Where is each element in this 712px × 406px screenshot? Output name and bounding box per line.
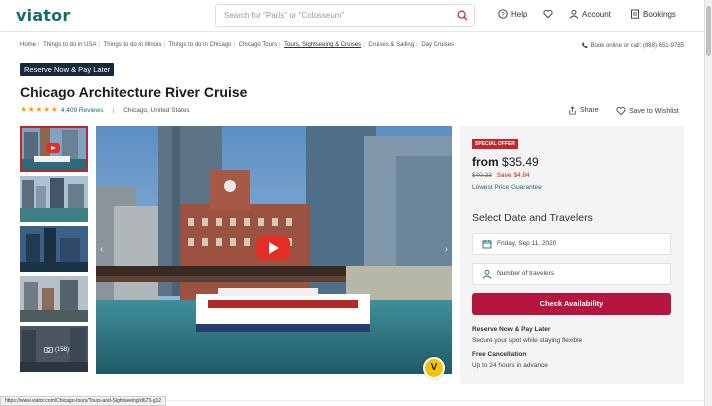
lowest-price-guarantee-link[interactable]: Lowest Price Guarantee	[472, 184, 542, 191]
account-label: Account	[582, 9, 611, 19]
from-label: from	[472, 155, 499, 169]
select-date-title: Select Date and Travelers	[472, 212, 593, 224]
travelers-field[interactable]: Number of travelers	[472, 263, 671, 285]
star-icon: ★	[27, 105, 35, 114]
travelers-placeholder: Number of travelers	[497, 270, 555, 277]
help-link[interactable]: ? Help	[498, 9, 527, 19]
bookings-icon	[631, 9, 639, 19]
reserve-now-text: Secure your spot while staying flexible	[472, 337, 583, 344]
page-title: Chicago Architecture River Cruise	[20, 84, 248, 100]
breadcrumb-item[interactable]: Home	[20, 42, 36, 48]
star-icon: ★	[35, 105, 43, 114]
location-text: Chicago, United States	[123, 106, 190, 114]
scrollbar-thumb[interactable]	[706, 6, 711, 56]
phone-icon	[581, 42, 588, 48]
check-availability-button[interactable]: Check Availability	[472, 293, 671, 315]
breadcrumb-item[interactable]: Things to do in Chicago	[168, 42, 231, 48]
date-value: Friday, Sep 11, 2020	[497, 240, 557, 247]
calendar-icon	[482, 240, 492, 249]
site-header: viator ? Help Account Bookings	[0, 0, 712, 32]
thumbnail-strip: (158)	[20, 126, 88, 376]
photo-count: (158)	[44, 346, 69, 353]
price-value: $35.49	[502, 155, 539, 169]
account-link[interactable]: Account	[569, 9, 611, 19]
thumbnail-photo[interactable]	[20, 276, 88, 322]
star-icon: ★	[20, 105, 28, 114]
breadcrumb-item[interactable]: Day Cruises	[421, 42, 454, 48]
share-label: Share	[580, 107, 599, 114]
star-rating: ★ ★ ★ ★ ★	[20, 106, 58, 114]
heart-icon	[616, 107, 626, 116]
page-scrollbar[interactable]	[704, 0, 712, 406]
breadcrumb-item[interactable]: Things to do in Illinois	[104, 42, 162, 48]
camera-icon	[44, 346, 53, 353]
phone-contact[interactable]: Book online or call: (888) 651-9785	[581, 42, 684, 49]
bookings-label: Bookings	[643, 9, 676, 19]
thumbnail-video[interactable]	[20, 126, 88, 172]
help-icon: ?	[498, 9, 508, 19]
booking-panel: SPECIAL OFFER from $35.49 $40.33 Save $4…	[460, 126, 684, 384]
reviews-link[interactable]: 4,409 Reviews	[61, 107, 104, 114]
save-amount: Save $4.84	[496, 172, 530, 179]
breadcrumb: Home | Things to do in USA | Things to do …	[20, 42, 455, 48]
thumbnail-more-photos[interactable]: (158)	[20, 326, 88, 372]
prev-arrow-icon[interactable]: ‹	[100, 244, 103, 255]
thumbnail-photo[interactable]	[20, 226, 88, 272]
separator: |	[112, 106, 115, 114]
wishlist-label: Save to Wishlist	[629, 107, 679, 115]
breadcrumb-item-current[interactable]: Tours, Sightseeing & Cruises	[284, 42, 361, 48]
reserve-badge: Reserve Now & Pay Later	[20, 63, 115, 76]
special-offer-badge: SPECIAL OFFER	[472, 139, 518, 149]
price-line: from $35.49	[472, 155, 539, 169]
free-cancellation-heading: Free Cancellation	[472, 351, 527, 358]
free-cancellation-text: Up to 24 hours in advance	[472, 362, 548, 369]
traveler-icon	[482, 269, 492, 279]
breadcrumb-item[interactable]: Chicago Tours	[239, 42, 277, 48]
viator-badge-icon: V	[423, 357, 445, 379]
search-input[interactable]	[216, 5, 441, 26]
date-picker-field[interactable]: Friday, Sep 11, 2020	[472, 233, 671, 255]
star-icon: ★	[43, 105, 51, 114]
play-video-button[interactable]	[256, 236, 290, 260]
share-button[interactable]: Share	[568, 106, 599, 115]
user-icon	[569, 9, 579, 19]
viator-logo[interactable]: viator	[16, 6, 70, 25]
breadcrumb-item[interactable]: Cruises & Sailing	[368, 42, 414, 48]
old-price: $40.33	[472, 172, 492, 179]
old-price-line: $40.33 Save $4.84	[472, 172, 530, 179]
thumbnail-image	[20, 176, 88, 222]
heart-icon	[543, 10, 553, 19]
phone-text: Book online or call: (888) 651-9785	[590, 42, 684, 49]
status-bar-url: https://www.viator.com/Chicago-tours/Tou…	[0, 396, 167, 406]
search-icon[interactable]	[457, 10, 468, 21]
star-icon: ★	[50, 105, 58, 114]
reserve-now-heading: Reserve Now & Pay Later	[472, 326, 551, 333]
wishlist-nav-button[interactable]	[543, 9, 553, 19]
search-bar[interactable]	[215, 4, 475, 27]
bookings-link[interactable]: Bookings	[630, 9, 676, 19]
breadcrumb-item[interactable]: Things to do in USA	[43, 42, 96, 48]
next-arrow-icon[interactable]: ›	[445, 244, 448, 255]
thumbnail-photo[interactable]	[20, 176, 88, 222]
help-label: Help	[511, 9, 528, 19]
rating-row: ★ ★ ★ ★ ★ 4,409 Reviews | Chicago, United St…	[20, 106, 190, 114]
photo-count-label: (158)	[55, 346, 70, 353]
save-to-wishlist-button[interactable]: Save to Wishlist	[616, 106, 679, 116]
play-icon	[46, 143, 60, 153]
thumbnail-image	[20, 276, 88, 322]
share-icon	[569, 106, 576, 115]
thumbnail-image	[20, 226, 88, 272]
